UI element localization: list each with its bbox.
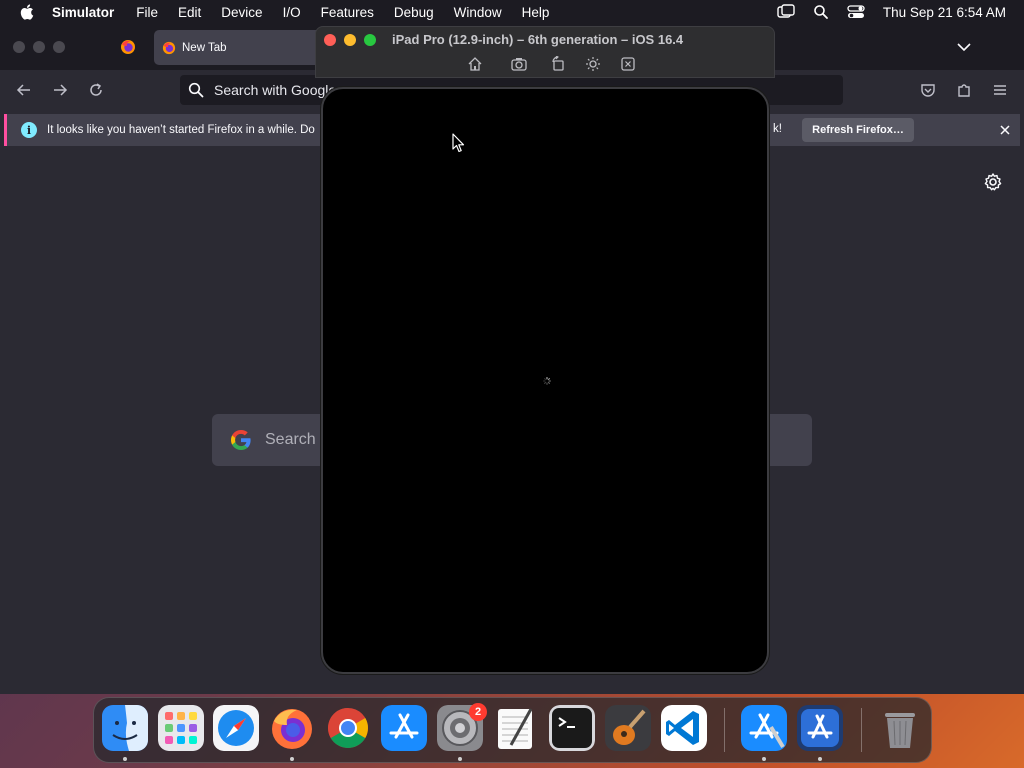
dock-running-indicator <box>458 757 462 761</box>
dock-app-firefox[interactable] <box>269 705 315 751</box>
rotate-icon[interactable] <box>550 56 566 72</box>
reload-button[interactable] <box>86 80 106 100</box>
terminal-icon <box>549 705 595 751</box>
notification-badge: 2 <box>469 703 487 721</box>
simulator-close-button[interactable] <box>324 34 336 46</box>
firefox-favicon-icon <box>162 41 176 54</box>
dock-running-indicator <box>818 757 822 761</box>
window-zoom-button[interactable] <box>53 41 65 53</box>
tab-title: New Tab <box>182 41 227 54</box>
google-logo-icon <box>231 430 251 450</box>
garageband-icon <box>605 705 651 751</box>
dock-running-indicator <box>762 757 766 761</box>
dock-app-textedit[interactable] <box>493 705 539 751</box>
home-icon[interactable] <box>467 56 483 72</box>
screen-mirroring-icon[interactable] <box>777 4 795 20</box>
back-button[interactable] <box>14 80 34 100</box>
ipad-screen[interactable] <box>321 87 769 674</box>
arrow-right-icon <box>54 84 68 96</box>
vscode-icon <box>661 705 707 751</box>
forward-button[interactable] <box>50 80 70 100</box>
info-icon: i <box>21 122 37 138</box>
screenshot-icon[interactable] <box>511 56 527 72</box>
puzzle-piece-icon <box>958 84 970 97</box>
xcode-icon <box>797 705 843 751</box>
refresh-firefox-button[interactable]: Refresh Firefox… <box>802 118 914 142</box>
dock-running-indicator <box>123 757 127 761</box>
menu-help[interactable]: Help <box>522 5 550 20</box>
tab-new-tab[interactable]: New Tab <box>154 30 324 65</box>
app-menu-button[interactable] <box>990 80 1010 100</box>
dock-app-finder[interactable] <box>102 705 148 751</box>
menu-file[interactable]: File <box>136 5 158 20</box>
extensions-button[interactable] <box>954 80 974 100</box>
spotlight-search-icon[interactable] <box>813 4 829 20</box>
menu-io[interactable]: I/O <box>283 5 301 20</box>
control-center-icon[interactable] <box>847 4 865 20</box>
dock-separator <box>861 708 862 752</box>
appearance-icon[interactable] <box>585 56 601 72</box>
dock-app-vscode[interactable] <box>661 705 707 751</box>
menu-device[interactable]: Device <box>221 5 262 20</box>
search-icon <box>188 82 204 98</box>
notification-message-tail: k! <box>773 123 782 135</box>
dock-app-safari[interactable] <box>213 705 259 751</box>
finder-icon <box>102 705 148 751</box>
firefox-favicon-icon <box>121 40 135 54</box>
dock-app-xcode-instruments[interactable] <box>741 705 787 751</box>
dock-app-app-store[interactable] <box>381 705 427 751</box>
launchpad-icon <box>158 705 204 751</box>
dock-app-trash[interactable] <box>877 705 923 751</box>
dock-running-indicator <box>290 757 294 761</box>
dock-app-xcode[interactable] <box>797 705 843 751</box>
dock-separator <box>724 708 725 752</box>
app-store-icon <box>381 705 427 751</box>
simulator-title: iPad Pro (12.9-inch) – 6th generation – … <box>392 32 684 47</box>
gear-icon[interactable] <box>983 172 1003 192</box>
loading-spinner-icon <box>543 377 551 385</box>
reload-icon <box>90 83 102 96</box>
dock-app-chrome[interactable] <box>325 705 371 751</box>
dock-app-terminal[interactable] <box>549 705 595 751</box>
simulator-zoom-button[interactable] <box>364 34 376 46</box>
menubar-clock[interactable]: Thu Sep 21 6:54 AM <box>883 5 1006 20</box>
trash-icon <box>885 713 915 748</box>
mouse-cursor-icon <box>452 133 465 153</box>
menu-window[interactable]: Window <box>454 5 502 20</box>
menu-features[interactable]: Features <box>321 5 374 20</box>
menubar-status-area: Thu Sep 21 6:54 AM <box>777 0 1006 24</box>
simulator-titlebar: iPad Pro (12.9-inch) – 6th generation – … <box>315 26 775 78</box>
dock-app-garageband[interactable] <box>605 705 651 751</box>
hamburger-menu-icon <box>994 85 1006 95</box>
textedit-icon <box>498 708 533 749</box>
window-minimize-button[interactable] <box>33 41 45 53</box>
dock-app-launchpad[interactable] <box>158 705 204 751</box>
url-bar-placeholder: Search with Google <box>214 82 337 98</box>
notification-message: It looks like you haven’t started Firefo… <box>47 124 315 136</box>
pocket-icon <box>921 84 935 97</box>
menu-debug[interactable]: Debug <box>394 5 434 20</box>
arrow-left-icon <box>16 84 30 96</box>
chrome-icon <box>328 708 368 748</box>
menu-app-name[interactable]: Simulator <box>52 5 114 20</box>
dock <box>93 697 932 763</box>
simulator-minimize-button[interactable] <box>344 34 356 46</box>
firefox-icon <box>272 709 312 749</box>
apple-logo-icon[interactable] <box>18 3 36 21</box>
menu-edit[interactable]: Edit <box>178 5 201 20</box>
pocket-button[interactable] <box>918 80 938 100</box>
close-icon[interactable] <box>997 122 1013 138</box>
chevron-down-icon[interactable] <box>954 38 974 56</box>
pinned-tab[interactable] <box>110 32 146 62</box>
xcode-instruments-icon <box>741 705 787 751</box>
safari-icon <box>213 705 259 751</box>
menu-bar: Simulator File Edit Device I/O Features … <box>0 0 1024 24</box>
keyboard-shortcut-icon[interactable] <box>620 56 636 72</box>
window-close-button[interactable] <box>13 41 25 53</box>
